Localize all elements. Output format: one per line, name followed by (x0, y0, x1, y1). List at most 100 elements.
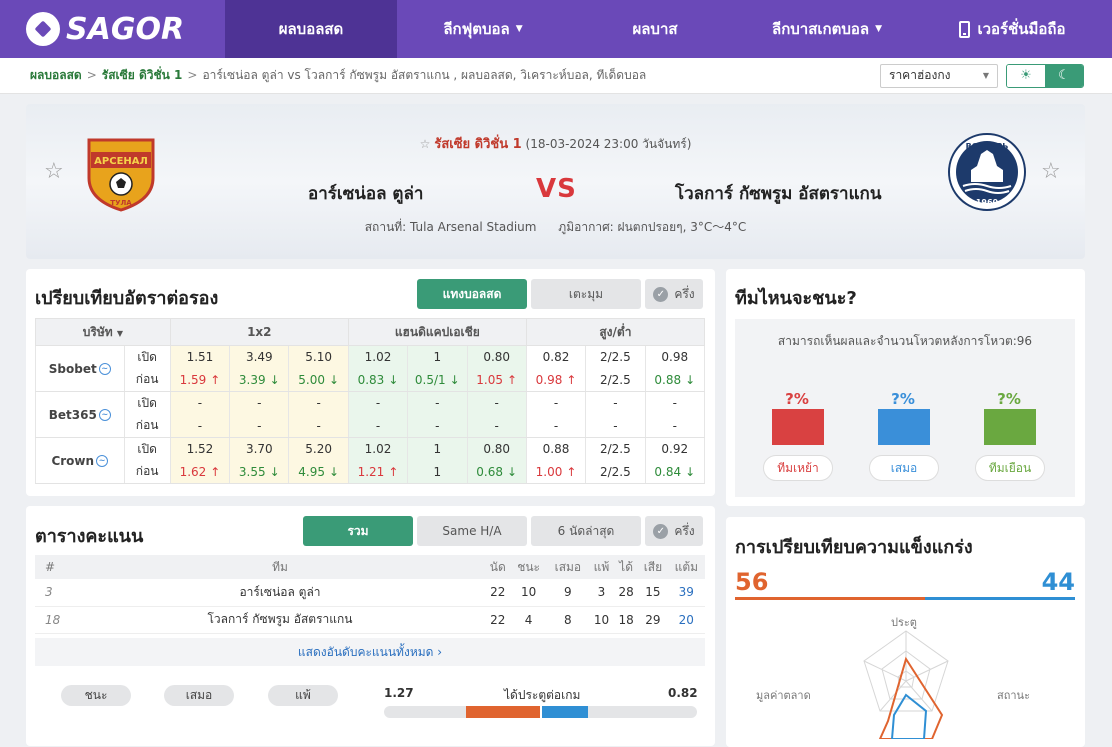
nav-football-leagues[interactable]: ลีกฟุตบอล ▼ (397, 0, 569, 58)
odds-cell: - (585, 391, 646, 415)
filter-loss-pill[interactable]: แพ้ (268, 685, 338, 706)
league-name[interactable]: รัสเซีย ดิวิชั่น 1 (434, 137, 521, 152)
standings-row[interactable]: 3 อาร์เซน่อล ตูล่า 22 10 9 3 28 15 39 (35, 579, 705, 607)
odds-cell: 5.10 (288, 345, 349, 369)
odds-cell: - (585, 414, 646, 438)
theme-toggle[interactable]: ☀ ☾ (1006, 63, 1084, 88)
vote-home-pct: ?% (785, 390, 809, 408)
nav-label: ลีกบาสเกตบอล (772, 20, 870, 38)
arrow-down-icon: ↓ (685, 372, 696, 387)
odds-value: - (375, 396, 381, 411)
vote-away-button[interactable]: ทีมเยือน (975, 455, 1045, 481)
col-loss: แพ้ (589, 555, 614, 579)
standings-row[interactable]: 18 โวลการ์ กัซพรูม อัสตราแกน 22 4 8 10 18 29 20 (35, 606, 705, 634)
odds-cell: - (347, 391, 409, 415)
vote-draw-button[interactable]: เสมอ (869, 455, 939, 481)
vote-box: สามารถเห็นผลและจำนวนโหวตหลังการโหวต:96 ?… (735, 319, 1075, 497)
nav-mobile-version[interactable]: เวอร์ชั่นมือถือ (913, 0, 1112, 58)
strength-away-score: 44 (1041, 568, 1075, 596)
sun-icon[interactable]: ☀ (1007, 64, 1045, 87)
odds-value: - (672, 396, 677, 411)
bookmaker-name[interactable]: Crown ~ (35, 437, 125, 484)
chevron-down-icon: ▼ (982, 71, 989, 80)
moon-icon[interactable]: ☾ (1045, 64, 1083, 87)
away-team-name[interactable]: โวลการ์ กัซพรูม อัสตราแกน (675, 180, 881, 207)
col-rank: # (35, 555, 75, 579)
odds-value: - (435, 418, 440, 433)
breadcrumb-link-live[interactable]: ผลบอลสด (30, 68, 82, 82)
vote-away-pct: ?% (997, 390, 1021, 408)
odds-value: 1.00 (535, 464, 563, 479)
home-team-name[interactable]: อาร์เซน่อล ตูล่า (308, 180, 423, 207)
favorite-home-star-icon[interactable]: ☆ (44, 159, 64, 184)
nav-label: เวอร์ชั่นมือถือ (977, 20, 1066, 38)
vote-title: ทีมไหนจะชนะ? (735, 288, 857, 309)
tab-overall[interactable]: รวม (303, 516, 413, 546)
nav-basketball-leagues[interactable]: ลีกบาสเกตบอล ▼ (741, 0, 913, 58)
radar-axis-market-value: มูลค่าตลาด (756, 689, 811, 702)
team-name[interactable]: โวลการ์ กัซพรูม อัสตราแกน (75, 606, 485, 634)
odds-value: 0.92 (661, 442, 689, 457)
bookmaker-name[interactable]: Sbobet ~ (35, 345, 125, 392)
svg-text:1960: 1960 (976, 198, 999, 207)
odds-cell: - (644, 391, 706, 415)
nav-basketball-results[interactable]: ผลบาส (569, 0, 741, 58)
odds-value: - (435, 396, 440, 411)
odds-trend-icon[interactable]: ~ (98, 363, 111, 375)
row-label-before: ก่อน (123, 460, 171, 484)
filter-win-pill[interactable]: ชนะ (61, 685, 131, 706)
bookmaker-name[interactable]: Bet365 ~ (35, 391, 125, 438)
odds-format-select[interactable]: ราคาฮ่องกง ▼ (880, 63, 998, 88)
show-all-label: แสดงอันดับคะแนนทั้งหมด (297, 645, 434, 659)
odds-format-value: ราคาฮ่องกง (889, 68, 951, 82)
bookmaker-label: Crown (51, 453, 95, 468)
star-icon[interactable]: ☆ (420, 137, 431, 151)
odds-row: ก่อน - - - - - - - - - (36, 414, 706, 438)
draws: 9 (546, 579, 589, 607)
col-draw: เสมอ (546, 555, 589, 579)
tab-corners[interactable]: เตะมุม (531, 279, 641, 309)
arrow-down-icon: ↓ (269, 464, 280, 479)
odds-trend-icon[interactable]: ~ (98, 409, 111, 421)
vote-home-button[interactable]: ทีมเหย้า (763, 455, 833, 481)
vote-draw-pct: ?% (891, 390, 915, 408)
tab-same-ha[interactable]: Same H/A (417, 516, 527, 546)
strength-bar (735, 597, 1075, 600)
odds-value: - (375, 418, 381, 433)
tab-last-6[interactable]: 6 นัดล่าสุด (531, 516, 641, 546)
team-name[interactable]: อาร์เซน่อล ตูล่า (75, 579, 485, 607)
half-label: ครึ่ง (674, 523, 695, 538)
bookmaker-label: Sbobet (48, 361, 97, 376)
strength-home-bar (735, 597, 926, 600)
half-toggle[interactable]: ✓ ครึ่ง (645, 279, 703, 309)
odds-value: 0.82 (542, 350, 570, 365)
breadcrumb-link-league[interactable]: รัสเซีย ดิวิชั่น 1 (102, 68, 183, 82)
filter-draw-pill[interactable]: เสมอ (164, 685, 234, 706)
half-toggle[interactable]: ✓ ครึ่ง (645, 516, 703, 546)
odds-cell: 3.55 ↓ (229, 460, 290, 484)
header-1x2: 1x2 (169, 318, 349, 346)
company-header[interactable]: บริษัท ▼ (35, 318, 171, 346)
arrow-down-icon: ↓ (685, 464, 696, 479)
logo[interactable]: SAGOR (0, 0, 225, 58)
odds-value: 4.95 (298, 464, 325, 479)
half-label: ครึ่ง (674, 286, 695, 301)
caret-down-icon: ▼ (875, 24, 882, 34)
odds-trend-icon[interactable]: ~ (96, 455, 109, 467)
strength-card: การเปรียบเทียบความแข็งแกร่ง 56 44 ประตู … (726, 517, 1085, 747)
favorite-away-star-icon[interactable]: ☆ (1041, 159, 1061, 184)
odds-cell: 1.05 ↑ (466, 368, 527, 392)
odds-cell: - (229, 391, 290, 415)
odds-value: - (316, 396, 321, 411)
played: 22 (485, 579, 511, 607)
show-all-standings-link[interactable]: แสดงอันดับคะแนนทั้งหมด › (35, 638, 705, 666)
tab-live-betting[interactable]: แทงบอลสด (417, 279, 527, 309)
played: 22 (485, 606, 511, 634)
odds-cell: 1.51 (169, 345, 231, 369)
nav-live-scores[interactable]: ผลบอลสด (225, 0, 397, 58)
nav-label: ผลบอลสด (278, 20, 344, 38)
nav-label: ลีกฟุตบอล (443, 20, 510, 38)
odds-value: - (672, 418, 677, 433)
arrow-down-icon: ↓ (449, 372, 460, 387)
vote-home-bar (772, 409, 824, 445)
